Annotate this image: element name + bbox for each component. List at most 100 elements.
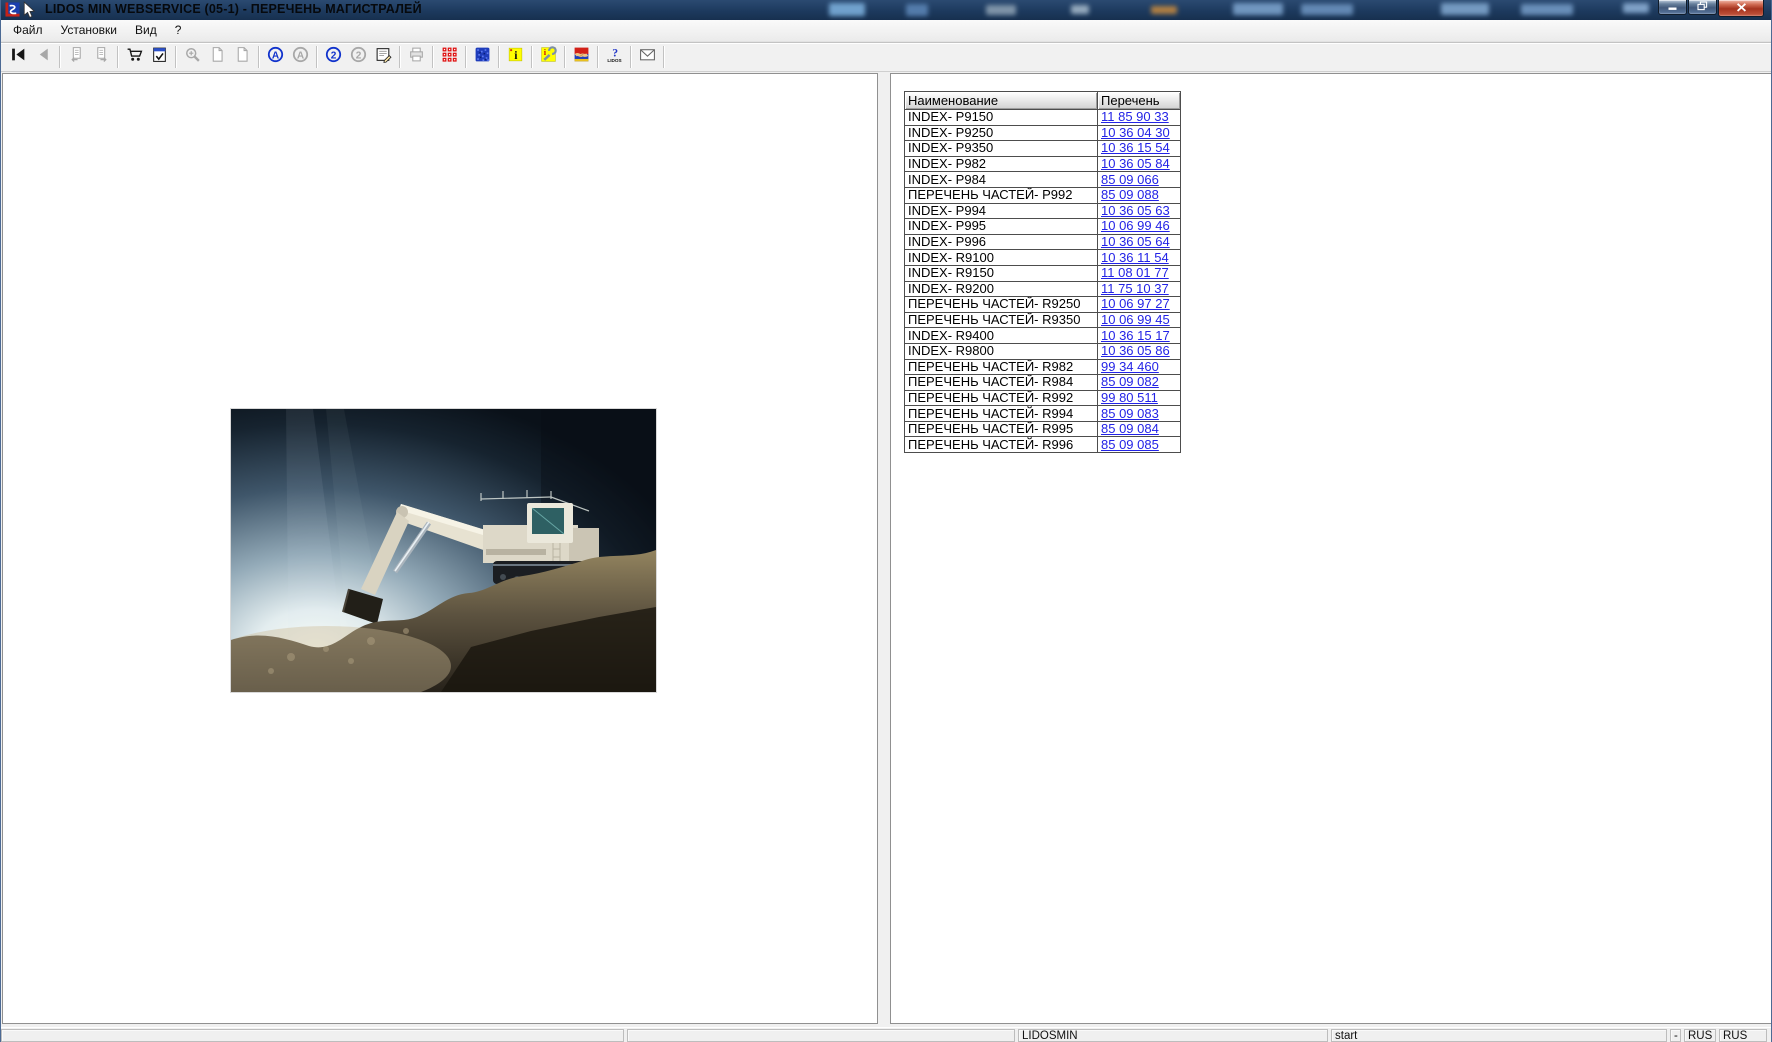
row-code-cell: 85 09 088: [1098, 187, 1181, 203]
toolbar-letter-a-button[interactable]: A: [263, 44, 288, 70]
toolbar-parts-table-button[interactable]: [437, 44, 462, 70]
status-panel-message: [1, 1029, 624, 1042]
parts-list-link[interactable]: 99 80 511: [1101, 390, 1158, 405]
statusbar: LIDOSMINstart-RUSRUS: [1, 1027, 1771, 1042]
parts-list-link[interactable]: 10 36 04 30: [1101, 125, 1170, 140]
toolbar-letter-a-alt-button[interactable]: A: [288, 44, 313, 70]
row-code-cell: 11 85 90 33: [1098, 110, 1181, 126]
table-row: INDEX- P99610 36 05 64: [905, 234, 1181, 250]
parts-list-link[interactable]: 10 36 05 63: [1101, 203, 1170, 218]
menu-item-help[interactable]: ?: [166, 20, 191, 41]
row-code-cell: 10 36 15 54: [1098, 141, 1181, 157]
toolbar-zoom-button[interactable]: [180, 44, 205, 70]
row-code-cell: 10 36 05 86: [1098, 343, 1181, 359]
toolbar-graphics-button[interactable]: [470, 44, 495, 70]
print-icon: [408, 46, 425, 68]
menu-item-file[interactable]: Файл: [4, 20, 52, 41]
status-panel-action: start: [1331, 1029, 1667, 1042]
minimize-button[interactable]: [1658, 0, 1687, 15]
order-checklist-icon: [151, 46, 168, 68]
row-code-cell: 11 75 10 37: [1098, 281, 1181, 297]
parts-list-link[interactable]: 10 36 05 86: [1101, 343, 1170, 358]
app-window: LIDOS MIN WEBSERVICE (05-1) - ПЕРЕЧЕНЬ М…: [0, 0, 1772, 1042]
parts-list-link[interactable]: 85 09 088: [1101, 187, 1159, 202]
titlebar-reflection: [1623, 3, 1649, 13]
row-name: ПЕРЕЧЕНЬ ЧАСТЕЙ- R9250: [905, 297, 1098, 313]
restore-button[interactable]: [1688, 0, 1717, 15]
close-icon: [1736, 0, 1747, 17]
toolbar-partners-button[interactable]: [569, 44, 594, 70]
parts-list-link[interactable]: 10 36 15 54: [1101, 141, 1170, 156]
table-row: INDEX- R915011 08 01 77: [905, 265, 1181, 281]
titlebar-reflection: [1071, 5, 1089, 14]
row-name: INDEX- P9350: [905, 141, 1098, 157]
close-button[interactable]: [1718, 0, 1764, 17]
row-code-cell: 10 06 99 46: [1098, 219, 1181, 235]
svg-text:2: 2: [356, 50, 362, 61]
toolbar-notepad-button[interactable]: [371, 44, 396, 70]
svg-text:A: A: [272, 50, 280, 61]
parts-list-link[interactable]: 85 09 083: [1101, 406, 1159, 421]
menu-item-settings[interactable]: Установки: [52, 20, 126, 41]
pane-splitter[interactable]: [878, 72, 890, 1025]
toolbar-doc-prev-button[interactable]: [64, 44, 89, 70]
column-header-name[interactable]: Наименование: [905, 92, 1098, 110]
number-2-icon: 2: [325, 46, 342, 68]
parts-list-link[interactable]: 11 75 10 37: [1101, 281, 1169, 296]
row-name: INDEX- P996: [905, 234, 1098, 250]
column-header-list[interactable]: Перечень: [1098, 92, 1181, 110]
svg-text:2: 2: [331, 50, 337, 61]
row-code-cell: 99 80 511: [1098, 390, 1181, 406]
table-row: ПЕРЕЧЕНЬ ЧАСТЕЙ- R935010 06 99 45: [905, 312, 1181, 328]
parts-list-link[interactable]: 10 06 97 27: [1101, 297, 1170, 312]
row-name: ПЕРЕЧЕНЬ ЧАСТЕЙ- R992: [905, 390, 1098, 406]
toolbar-number-2-alt-button[interactable]: 2: [346, 44, 371, 70]
parts-list-link[interactable]: 85 09 066: [1101, 172, 1159, 187]
parts-list-link[interactable]: 10 36 05 84: [1101, 156, 1170, 171]
toolbar-lidos-help-button[interactable]: ?LIDOS: [602, 44, 627, 70]
parts-list-link[interactable]: 10 36 15 17: [1101, 328, 1170, 343]
toolbar-order-checklist-button[interactable]: [147, 44, 172, 70]
titlebar-reflection: [1301, 4, 1353, 15]
row-code-cell: 10 36 11 54: [1098, 250, 1181, 266]
go-back-icon: [35, 46, 52, 68]
parts-list-link[interactable]: 10 36 11 54: [1101, 250, 1169, 265]
toolbar-separator: [117, 46, 119, 68]
row-name: INDEX- P982: [905, 156, 1098, 172]
app-icon[interactable]: [5, 2, 20, 17]
table-row: ПЕРЕЧЕНЬ ЧАСТЕЙ- R99299 80 511: [905, 390, 1181, 406]
toolbar-doc-next-button[interactable]: [89, 44, 114, 70]
toolbar-email-button[interactable]: [635, 44, 660, 70]
toolbar-info-button[interactable]: i: [503, 44, 528, 70]
toolbar-page-button[interactable]: [205, 44, 230, 70]
toolbar-go-back-button[interactable]: [31, 44, 56, 70]
toolbar-number-2-button[interactable]: 2: [321, 44, 346, 70]
table-row: ПЕРЕЧЕНЬ ЧАСТЕЙ- R98485 09 082: [905, 375, 1181, 391]
table-row: ПЕРЕЧЕНЬ ЧАСТЕЙ- R98299 34 460: [905, 359, 1181, 375]
parts-list-link[interactable]: 11 85 90 33: [1101, 110, 1169, 125]
menu-item-view[interactable]: Вид: [126, 20, 166, 41]
toolbar-service-info-button[interactable]: i: [536, 44, 561, 70]
parts-list-link[interactable]: 10 36 05 64: [1101, 234, 1170, 249]
status-panel-info: [627, 1029, 1015, 1042]
table-row: ПЕРЕЧЕНЬ ЧАСТЕЙ- P99285 09 088: [905, 187, 1181, 203]
table-row: INDEX- P98485 09 066: [905, 172, 1181, 188]
table-row: ПЕРЕЧЕНЬ ЧАСТЕЙ- R99685 09 085: [905, 437, 1181, 453]
toolbar-go-first-button[interactable]: [6, 44, 31, 70]
table-row: INDEX- P935010 36 15 54: [905, 141, 1181, 157]
parts-list-link[interactable]: 11 08 01 77: [1101, 265, 1169, 280]
parts-list-link[interactable]: 85 09 082: [1101, 375, 1159, 390]
toolbar-separator: [465, 46, 467, 68]
parts-list-link[interactable]: 85 09 084: [1101, 421, 1159, 436]
parts-list-link[interactable]: 10 06 99 45: [1101, 312, 1170, 327]
toolbar-print-button[interactable]: [404, 44, 429, 70]
toolbar-page2-button[interactable]: [230, 44, 255, 70]
shopping-cart-icon: [126, 46, 143, 68]
table-row: INDEX- P99510 06 99 46: [905, 219, 1181, 235]
parts-list-link[interactable]: 10 06 99 46: [1101, 219, 1170, 234]
table-row: INDEX- P925010 36 04 30: [905, 125, 1181, 141]
parts-list-link[interactable]: 99 34 460: [1101, 359, 1159, 374]
toolbar-shopping-cart-button[interactable]: [122, 44, 147, 70]
parts-list-link[interactable]: 85 09 085: [1101, 437, 1159, 452]
toolbar-separator: [564, 46, 566, 68]
